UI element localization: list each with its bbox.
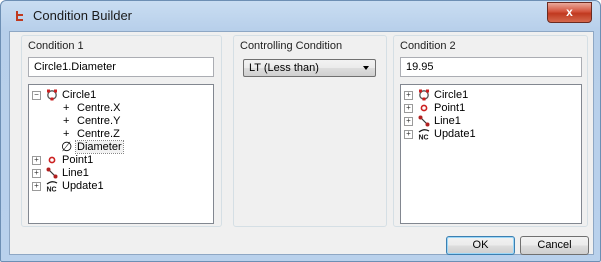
- chevron-down-icon: [363, 66, 369, 70]
- dialog-body: Condition 1 Circle1.Diameter − Circle1 +: [9, 31, 594, 255]
- tree-label: Line1: [62, 167, 89, 179]
- point-icon: [420, 104, 428, 112]
- tree-label: Circle1: [434, 89, 469, 101]
- close-button[interactable]: x: [547, 2, 592, 23]
- condition2-label: Condition 2: [400, 40, 456, 52]
- expand-icon[interactable]: +: [404, 117, 413, 126]
- plus-icon: +: [63, 115, 70, 127]
- window-title: Condition Builder: [33, 8, 133, 23]
- condition1-tree[interactable]: − Circle1 + Centre.X + Centre.Y + Centre…: [28, 84, 214, 224]
- line-icon: [418, 115, 430, 127]
- point-icon: [48, 156, 56, 164]
- expand-icon[interactable]: +: [404, 130, 413, 139]
- svg-text:NC: NC: [47, 187, 57, 193]
- diameter-icon: ∅: [61, 139, 73, 154]
- tree-label: Centre.Z: [77, 128, 120, 140]
- svg-text:NC: NC: [419, 135, 429, 141]
- expand-icon[interactable]: +: [404, 104, 413, 113]
- tree-label: Point1: [434, 102, 466, 114]
- controlling-label: Controlling Condition: [240, 40, 343, 52]
- app-icon: [16, 11, 23, 21]
- condition-builder-window: Condition Builder x Condition 1 Circle1.…: [0, 0, 601, 262]
- circle-icon: [419, 89, 429, 101]
- controlling-selected: LT (Less than): [249, 62, 319, 74]
- condition2-panel: Condition 2 19.95 + Circle1 + Point1 + L…: [393, 35, 588, 227]
- title-bar[interactable]: Condition Builder x: [1, 1, 600, 31]
- condition2-input[interactable]: 19.95: [400, 57, 582, 77]
- tree-label: Centre.X: [77, 102, 121, 114]
- nc-icon: NC: [418, 128, 430, 140]
- condition2-tree[interactable]: + Circle1 + Point1 + Line1 + NC Update1: [400, 84, 582, 224]
- tree-label: Line1: [434, 115, 461, 127]
- collapse-icon[interactable]: −: [32, 91, 41, 100]
- tree-label: Update1: [62, 180, 104, 192]
- expand-icon[interactable]: +: [404, 91, 413, 100]
- nc-icon: NC: [46, 180, 58, 192]
- tree-label: Point1: [62, 154, 94, 166]
- condition1-panel: Condition 1 Circle1.Diameter − Circle1 +: [21, 35, 222, 227]
- condition1-label: Condition 1: [28, 40, 84, 52]
- expand-icon[interactable]: +: [32, 156, 41, 165]
- condition1-input[interactable]: Circle1.Diameter: [28, 57, 214, 77]
- tree-label: Centre.Y: [77, 115, 121, 127]
- line-icon: [46, 167, 58, 179]
- ok-button[interactable]: OK: [446, 236, 515, 255]
- cancel-button[interactable]: Cancel: [520, 236, 589, 255]
- controlling-dropdown[interactable]: LT (Less than): [243, 59, 376, 77]
- expand-icon[interactable]: +: [32, 182, 41, 191]
- controlling-panel: Controlling Condition LT (Less than): [233, 35, 387, 227]
- tree-label: Diameter: [75, 140, 124, 154]
- plus-icon: +: [63, 102, 70, 114]
- tree-label: Circle1: [62, 89, 97, 101]
- circle-icon: [47, 89, 57, 101]
- expand-icon[interactable]: +: [32, 169, 41, 178]
- tree-label: Update1: [434, 128, 476, 140]
